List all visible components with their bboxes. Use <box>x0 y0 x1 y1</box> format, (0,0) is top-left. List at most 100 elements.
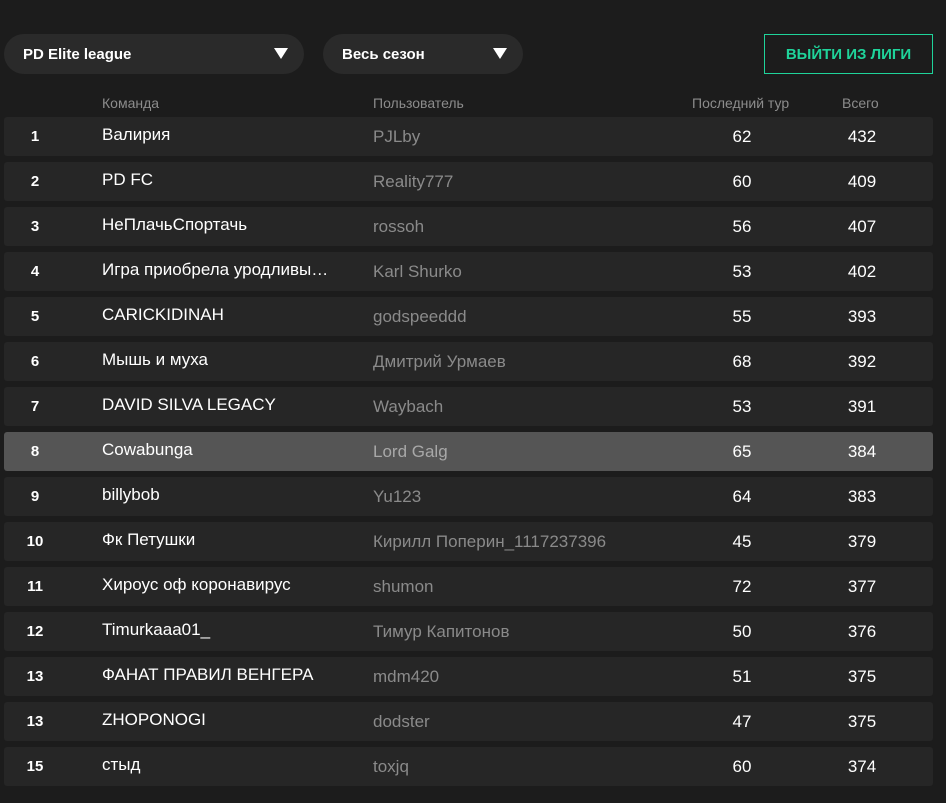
rank-cell: 13 <box>26 713 44 730</box>
table-row[interactable]: 11 Хироус оф коронавирус shumon 72 377 <box>4 567 933 606</box>
last-round-cell: 51 <box>732 667 752 686</box>
table-row[interactable]: 3 НеПлачьСпортачь rossoh 56 407 <box>4 207 933 246</box>
total-cell: 432 <box>847 127 877 146</box>
user-cell: Waybach <box>373 397 444 416</box>
user-cell: godspeeddd <box>373 307 467 326</box>
table-row[interactable]: 9 billybob Yu123 64 383 <box>4 477 933 516</box>
table-row[interactable]: 13 ФАНАТ ПРАВИЛ ВЕНГЕРА mdm420 51 375 <box>4 657 933 696</box>
team-cell: billybob <box>102 485 160 504</box>
total-cell: 374 <box>847 757 877 776</box>
table-row[interactable]: 2 PD FC Reality777 60 409 <box>4 162 933 201</box>
last-round-cell: 53 <box>732 397 752 416</box>
rank-cell: 8 <box>30 443 40 460</box>
table-row-current-user[interactable]: 8 Cowabunga Lord Galg 65 384 <box>4 432 933 471</box>
last-round-cell: 55 <box>732 307 752 326</box>
last-round-cell: 53 <box>732 262 752 281</box>
period-dropdown[interactable]: Весь сезон <box>323 34 523 74</box>
table-row[interactable]: 4 Игра приобрела уродливый... Karl Shurk… <box>4 252 933 291</box>
team-cell: Cowabunga <box>102 440 193 459</box>
user-cell: toxjq <box>373 757 409 776</box>
user-cell: rossoh <box>373 217 425 236</box>
team-cell: Фк Петушки <box>102 530 196 549</box>
team-cell: стыд <box>102 755 141 774</box>
user-cell: Lord Galg <box>373 442 448 461</box>
team-cell: Валирия <box>102 125 171 144</box>
total-cell: 391 <box>847 397 877 416</box>
user-cell: PJLby <box>373 127 421 146</box>
last-round-cell: 50 <box>732 622 752 641</box>
user-cell: mdm420 <box>373 667 440 686</box>
user-cell: Кирилл Поперин_1117237396 <box>373 532 607 551</box>
team-cell: DAVID SILVA LEGACY <box>102 395 276 414</box>
table-row[interactable]: 13 ZHOPONOGI dodster 47 375 <box>4 702 933 741</box>
last-round-cell: 64 <box>732 487 752 506</box>
user-cell: Reality777 <box>373 172 454 191</box>
total-cell: 409 <box>847 172 877 191</box>
period-dropdown-label: Весь сезон <box>342 45 425 63</box>
team-cell: Игра приобрела уродливый... <box>102 260 334 279</box>
rank-cell: 3 <box>30 218 40 235</box>
total-cell: 384 <box>847 442 877 461</box>
total-cell: 375 <box>847 667 877 686</box>
column-header-total: Всего <box>842 95 879 111</box>
last-round-cell: 56 <box>732 217 752 236</box>
last-round-cell: 68 <box>732 352 752 371</box>
total-cell: 375 <box>847 712 877 731</box>
exit-league-button[interactable]: ВЫЙТИ ИЗ ЛИГИ <box>764 34 933 74</box>
user-cell: Karl Shurko <box>373 262 462 281</box>
total-cell: 379 <box>847 532 877 551</box>
rank-cell: 9 <box>30 488 40 505</box>
table-row[interactable]: 15 стыд toxjq 60 374 <box>4 747 933 786</box>
table-row[interactable]: 5 CARICKIDINAH godspeeddd 55 393 <box>4 297 933 336</box>
rank-cell: 13 <box>26 668 44 685</box>
team-cell: Хироус оф коронавирус <box>102 575 291 594</box>
column-header-team: Команда <box>102 95 160 111</box>
total-cell: 407 <box>847 217 877 236</box>
total-cell: 393 <box>847 307 877 326</box>
last-round-cell: 62 <box>732 127 752 146</box>
user-cell: Дмитрий Урмаев <box>373 352 506 371</box>
rank-cell: 2 <box>30 173 40 190</box>
last-round-cell: 45 <box>732 532 752 551</box>
chevron-down-icon <box>274 48 288 59</box>
team-cell: PD FC <box>102 170 153 189</box>
league-dropdown[interactable]: PD Elite league <box>4 34 304 74</box>
rank-cell: 11 <box>27 578 43 595</box>
last-round-cell: 65 <box>732 442 752 461</box>
column-header-last-round: Последний тур <box>692 95 790 111</box>
user-cell: dodster <box>373 712 430 731</box>
table-row[interactable]: 7 DAVID SILVA LEGACY Waybach 53 391 <box>4 387 933 426</box>
table-row[interactable]: 1 Валирия PJLby 62 432 <box>4 117 933 156</box>
team-cell: Мышь и муха <box>102 350 208 369</box>
team-cell: ФАНАТ ПРАВИЛ ВЕНГЕРА <box>102 665 314 684</box>
total-cell: 376 <box>847 622 877 641</box>
last-round-cell: 60 <box>732 757 752 776</box>
user-cell: Тимур Капитонов <box>373 622 510 641</box>
last-round-cell: 72 <box>732 577 752 596</box>
league-dropdown-label: PD Elite league <box>23 45 132 63</box>
table-row[interactable]: 6 Мышь и муха Дмитрий Урмаев 68 392 <box>4 342 933 381</box>
rank-cell: 5 <box>30 308 40 325</box>
team-cell: CARICKIDINAH <box>102 305 224 324</box>
team-cell: НеПлачьСпортачь <box>102 215 248 234</box>
standings-table: 1 Валирия PJLby 62 432 2 PD FC Reality77… <box>4 117 933 792</box>
user-cell: shumon <box>373 577 434 596</box>
table-row[interactable]: 10 Фк Петушки Кирилл Поперин_1117237396 … <box>4 522 933 561</box>
total-cell: 402 <box>847 262 877 281</box>
last-round-cell: 47 <box>732 712 752 731</box>
rank-cell: 15 <box>26 758 44 775</box>
rank-cell: 7 <box>30 398 40 415</box>
user-cell: Yu123 <box>373 487 422 506</box>
column-header-user: Пользователь <box>373 95 464 111</box>
total-cell: 377 <box>847 577 877 596</box>
total-cell: 392 <box>847 352 877 371</box>
rank-cell: 12 <box>26 623 44 640</box>
team-cell: ZHOPONOGI <box>102 710 206 729</box>
team-cell: Timurkaaa01_ <box>102 620 211 639</box>
last-round-cell: 60 <box>732 172 752 191</box>
rank-cell: 6 <box>30 353 40 370</box>
table-row[interactable]: 12 Timurkaaa01_ Тимур Капитонов 50 376 <box>4 612 933 651</box>
total-cell: 383 <box>847 487 877 506</box>
rank-cell: 1 <box>30 128 40 145</box>
rank-cell: 10 <box>26 533 44 550</box>
